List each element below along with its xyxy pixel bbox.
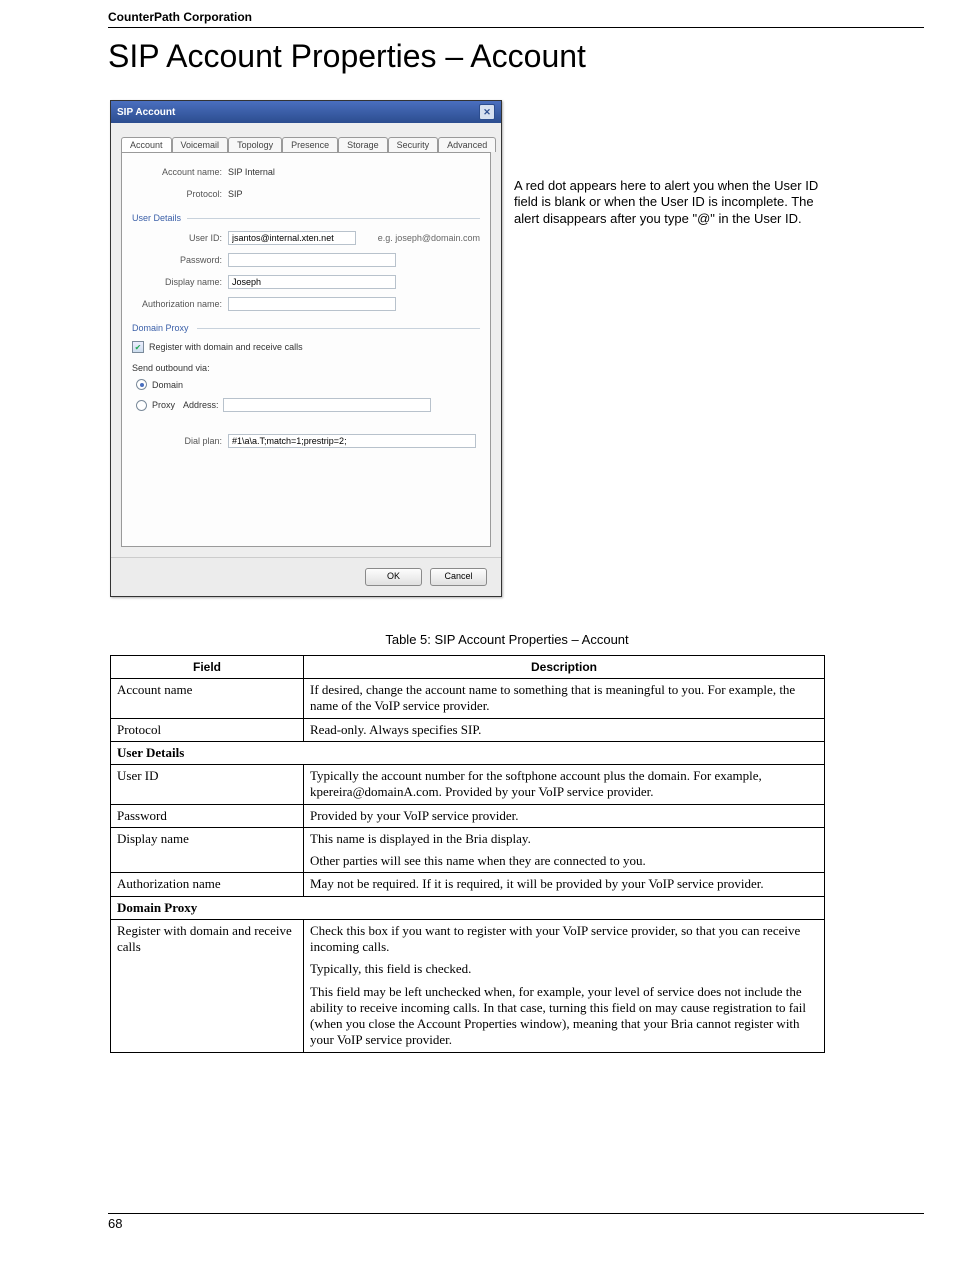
tab-advanced[interactable]: Advanced — [438, 137, 496, 152]
th-description: Description — [304, 656, 825, 679]
field-cell: Register with domain and receive calls — [111, 919, 304, 1052]
user-id-input[interactable] — [228, 231, 356, 245]
cancel-button[interactable]: Cancel — [430, 568, 487, 586]
proxy-address-label: Address: — [183, 400, 219, 410]
properties-table: Field Description Account nameIf desired… — [110, 655, 825, 1053]
tab-voicemail[interactable]: Voicemail — [172, 137, 229, 152]
tab-topology[interactable]: Topology — [228, 137, 282, 152]
description-cell: Provided by your VoIP service provider. — [304, 804, 825, 827]
description-cell: May not be required. If it is required, … — [304, 873, 825, 896]
ok-button[interactable]: OK — [365, 568, 422, 586]
tab-storage[interactable]: Storage — [338, 137, 388, 152]
field-cell: Password — [111, 804, 304, 827]
page-footer: 68 — [108, 1213, 924, 1231]
dial-plan-input[interactable] — [228, 434, 476, 448]
radio-proxy-label: Proxy — [152, 400, 175, 410]
table-row: ProtocolRead-only. Always specifies SIP. — [111, 718, 825, 741]
dialog-tabs: Account Voicemail Topology Presence Stor… — [121, 137, 491, 152]
password-input[interactable] — [228, 253, 396, 267]
field-cell: Authorization name — [111, 873, 304, 896]
description-cell: Read-only. Always specifies SIP. — [304, 718, 825, 741]
section-cell: Domain Proxy — [111, 896, 825, 919]
auth-name-input[interactable] — [228, 297, 396, 311]
field-cell: User ID — [111, 765, 304, 805]
display-name-input[interactable] — [228, 275, 396, 289]
table-row: User IDTypically the account number for … — [111, 765, 825, 805]
dial-plan-label: Dial plan: — [132, 436, 228, 446]
close-icon[interactable]: ✕ — [479, 104, 495, 120]
radio-domain[interactable] — [136, 379, 147, 390]
tab-presence[interactable]: Presence — [282, 137, 338, 152]
radio-proxy[interactable] — [136, 400, 147, 411]
user-id-label: User ID: — [132, 233, 228, 243]
description-cell: Check this box if you want to register w… — [304, 919, 825, 1052]
page-title: SIP Account Properties – Account — [108, 38, 914, 75]
page-number: 68 — [108, 1216, 122, 1231]
sip-account-dialog: SIP Account ✕ Account Voicemail Topology… — [110, 100, 502, 597]
field-cell: Account name — [111, 679, 304, 719]
table-row: Domain Proxy — [111, 896, 825, 919]
description-cell: This name is displayed in the Bria displ… — [304, 827, 825, 873]
callout-note: A red dot appears here to alert you when… — [514, 178, 819, 227]
user-details-heading: User Details — [132, 213, 480, 223]
password-label: Password: — [132, 255, 228, 265]
description-cell: If desired, change the account name to s… — [304, 679, 825, 719]
table-row: Register with domain and receive callsCh… — [111, 919, 825, 1052]
tab-security[interactable]: Security — [388, 137, 439, 152]
table-row: Display nameThis name is displayed in th… — [111, 827, 825, 873]
protocol-label: Protocol: — [132, 189, 228, 199]
proxy-address-input[interactable] — [223, 398, 431, 412]
send-outbound-label: Send outbound via: — [132, 363, 210, 373]
account-name-value: SIP Internal — [228, 167, 480, 177]
section-cell: User Details — [111, 741, 825, 764]
auth-name-label: Authorization name: — [132, 299, 228, 309]
table-row: User Details — [111, 741, 825, 764]
user-id-hint: e.g. joseph@domain.com — [378, 233, 480, 243]
table-row: Account nameIf desired, change the accou… — [111, 679, 825, 719]
account-name-label: Account name: — [132, 167, 228, 177]
protocol-value: SIP — [228, 189, 480, 199]
field-cell: Display name — [111, 827, 304, 873]
dialog-title-text: SIP Account — [117, 107, 175, 118]
table-caption: Table 5: SIP Account Properties – Accoun… — [100, 632, 914, 647]
table-row: PasswordProvided by your VoIP service pr… — [111, 804, 825, 827]
register-checkbox[interactable]: ✔ — [132, 341, 144, 353]
page-header: CounterPath Corporation — [108, 10, 924, 28]
domain-proxy-heading: Domain Proxy — [132, 323, 480, 333]
table-row: Authorization nameMay not be required. I… — [111, 873, 825, 896]
tab-account[interactable]: Account — [121, 137, 172, 152]
description-cell: Typically the account number for the sof… — [304, 765, 825, 805]
th-field: Field — [111, 656, 304, 679]
display-name-label: Display name: — [132, 277, 228, 287]
radio-domain-label: Domain — [152, 380, 183, 390]
account-tab-panel: Account name: SIP Internal Protocol: SIP… — [121, 152, 491, 547]
field-cell: Protocol — [111, 718, 304, 741]
register-checkbox-label: Register with domain and receive calls — [149, 342, 303, 352]
dialog-titlebar: SIP Account ✕ — [111, 101, 501, 123]
